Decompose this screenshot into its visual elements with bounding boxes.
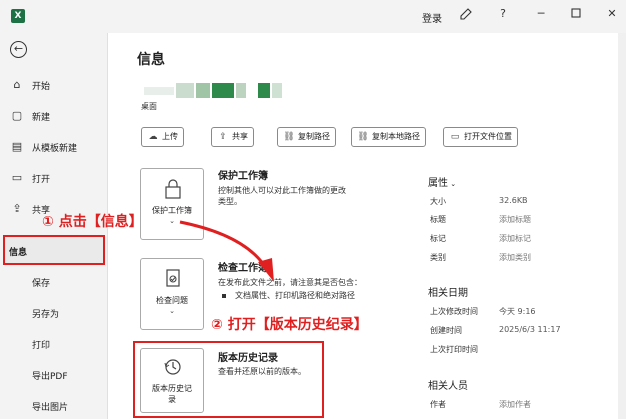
check-issues-button[interactable]: 检查问题 ⌄ [140,258,204,330]
prop-key-title: 标题 [430,215,446,224]
info-panel: 信息 桌面 ☁ 上传 ⇪ 共享 ⛓ 复制路径 ⛓ 复制本地路径 ▭ 打开文件位置 保护工作… [107,33,618,419]
prop-key-modified: 上次修改时间 [430,307,478,316]
copy-path-button[interactable]: ⛓ 复制路径 [277,127,336,147]
chevron-down-icon: ⌄ [448,180,457,188]
file-location: 桌面 [141,102,157,111]
prop-value-category[interactable]: 添加类别 [499,252,531,263]
pen-icon[interactable] [459,7,473,24]
maximize-icon[interactable] [569,7,583,22]
minimize-icon[interactable]: ─ [534,7,548,20]
back-arrow-icon[interactable]: ← [10,41,27,58]
prop-key-size: 大小 [430,197,446,206]
share-button[interactable]: ⇪ 共享 [211,127,254,147]
protect-workbook-button[interactable]: 保护工作簿 ⌄ [140,168,204,240]
share-icon: ⇪ [12,202,22,215]
card-label: 保护工作簿 [152,206,192,215]
prop-value-author[interactable]: 添加作者 [499,399,531,410]
copy-local-path-button[interactable]: ⛓ 复制本地路径 [351,127,426,147]
sidebar-item-print[interactable]: 打印 [0,333,107,355]
template-icon: ▤ [11,140,23,153]
prop-value-created: 2025/6/3 11:17 [499,325,561,334]
sidebar-item-new[interactable]: ▢ 新建 [0,105,107,127]
sidebar-item-label: 从模板新建 [32,144,78,154]
home-icon: ⌂ [13,78,21,91]
prop-value-modified: 今天 9:16 [499,307,536,316]
sidebar-item-label: 新建 [32,113,51,123]
page-title: 信息 [137,52,165,68]
sidebar-item-label: 保存 [32,279,51,289]
bullet-icon [222,293,226,298]
protect-desc-line1: 控制其他人可以对此工作簿做的更改 [218,186,346,195]
annotation-step2: ② 打开【版本历史纪录】 [211,317,368,333]
version-history-title: 版本历史记录 [218,353,278,364]
prop-value-tags[interactable]: 添加标记 [499,233,531,244]
inspect-document-icon [163,268,183,290]
chevron-down-icon: ⌄ [169,217,175,225]
open-file-location-button[interactable]: ▭ 打开文件位置 [443,127,518,147]
prop-key-tags: 标记 [430,234,446,243]
sidebar-item-label: 信息 [9,248,28,258]
sidebar-item-new-from-template[interactable]: ▤ 从模板新建 [0,136,107,158]
upload-button[interactable]: ☁ 上传 [141,127,184,147]
related-people-header: 相关人员 [428,381,468,392]
link-icon: ⛓ [283,132,295,142]
title-bar: X 登录 ? ─ ✕ [0,0,626,33]
folder-icon: ▭ [450,132,460,142]
link-icon: ⛓ [357,132,369,142]
share-icon: ⇪ [219,132,227,142]
sidebar-item-open[interactable]: ▭ 打开 [0,167,107,189]
lock-icon [163,178,183,200]
sidebar-item-label: 导出PDF [32,372,68,382]
version-history-button[interactable]: 版本历史记 录 [140,348,204,413]
properties-header[interactable]: 属性 ⌄ [428,174,456,189]
sidebar-item-label: 打印 [32,341,51,351]
file-name-redacted [144,83,284,98]
sidebar-item-label: 开始 [32,82,51,92]
prop-key-category: 类别 [430,253,446,262]
prop-value-title[interactable]: 添加标题 [499,214,531,225]
new-file-icon: ▢ [11,109,23,122]
card-label-line2: 录 [168,395,176,404]
prop-key-printed: 上次打印时间 [430,345,478,354]
related-dates-header: 相关日期 [428,288,468,299]
sidebar-item-save-as[interactable]: 另存为 [0,302,107,324]
chevron-down-icon: ⌄ [169,307,175,315]
sidebar-item-export-image[interactable]: 导出图片 [0,395,107,417]
protect-title: 保护工作簿 [218,171,268,182]
sidebar-item-export-pdf[interactable]: 导出PDF [0,364,107,386]
sidebar-item-info[interactable]: 信息 [3,235,105,265]
history-clock-icon [163,356,183,378]
sidebar-item-label: 导出图片 [32,403,69,413]
login-button[interactable]: 登录 [422,10,442,25]
sidebar-item-save[interactable]: 保存 [0,271,107,293]
inspect-title: 检查工作簿 [218,263,268,274]
help-icon[interactable]: ? [496,7,510,20]
card-label-line1: 版本历史记 [152,384,192,393]
sidebar-item-home[interactable]: ⌂ 开始 [0,74,107,96]
inspect-desc: 在发布此文件之前，请注意其是否包含： [218,278,362,287]
prop-key-created: 创建时间 [430,326,462,335]
vertical-scrollbar[interactable] [618,33,626,419]
excel-app-icon: X [11,9,25,23]
prop-value-size: 32.6KB [499,196,528,205]
version-history-desc: 查看并还原以前的版本。 [218,367,306,376]
sidebar-item-label: 打开 [32,175,51,185]
card-label: 检查问题 [156,296,188,305]
folder-icon: ▭ [11,171,23,184]
close-icon[interactable]: ✕ [605,7,619,20]
protect-desc-line2: 类型。 [218,197,242,206]
inspect-bullet: 文档属性、打印机路径和绝对路径 [222,290,355,301]
sidebar-item-label: 另存为 [32,310,60,320]
cloud-upload-icon: ☁ [148,132,158,142]
prop-key-author: 作者 [430,400,446,409]
annotation-step1: ① 点击【信息】 [42,214,143,230]
